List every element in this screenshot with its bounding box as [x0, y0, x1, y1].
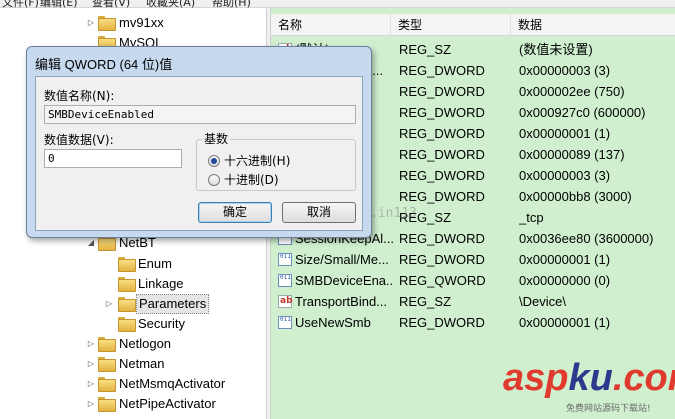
- expand-arrow-icon[interactable]: ▷: [86, 394, 96, 414]
- value-type-cell: REG_DWORD: [399, 189, 485, 204]
- folder-icon: [118, 277, 136, 292]
- menu-bar: 文件(F) 编辑(E) 查看(V) 收藏夹(A) 帮助(H): [0, 0, 675, 9]
- expand-arrow-icon[interactable]: ▷: [86, 354, 96, 374]
- value-type-cell: REG_DWORD: [399, 315, 485, 330]
- table-row[interactable]: 011110Size/Small/Me... REG_DWORD 0x0000000…: [271, 249, 675, 270]
- expand-arrow-icon[interactable]: ▷: [86, 13, 96, 33]
- folder-icon: [98, 397, 116, 412]
- column-header-data[interactable]: 数据: [511, 14, 675, 36]
- value-data-cell: (数值未设置): [519, 42, 593, 57]
- string-value-icon: ab: [278, 295, 293, 308]
- radio-unchecked-icon[interactable]: [208, 174, 220, 186]
- value-data-label: 数值数据(V):: [44, 133, 114, 147]
- value-data-cell: \Device\: [519, 294, 566, 309]
- value-type-cell: REG_QWORD: [399, 273, 486, 288]
- folder-icon: [98, 16, 116, 31]
- tree-item-label: Netlogon: [119, 336, 172, 351]
- column-header-name[interactable]: 名称: [271, 14, 391, 36]
- value-data-cell: 0x00000001 (1): [519, 315, 611, 330]
- value-type-cell: REG_DWORD: [399, 63, 485, 78]
- value-type-cell: REG_DWORD: [399, 105, 485, 120]
- value-type-cell: REG_DWORD: [399, 231, 485, 246]
- expand-arrow-icon[interactable]: ▷: [86, 334, 96, 354]
- value-type-cell: REG_SZ: [399, 294, 452, 309]
- ok-button[interactable]: 确定: [198, 202, 272, 223]
- value-name-cell: TransportBind...: [295, 294, 388, 309]
- binary-value-icon: 011110: [278, 253, 292, 266]
- folder-icon: [98, 377, 116, 392]
- value-data-cell: 0x00000001 (1): [519, 126, 611, 141]
- base-group-title: 基数: [202, 130, 231, 147]
- value-type-cell: REG_DWORD: [399, 168, 485, 183]
- value-data-cell: 0x000927c0 (600000): [519, 105, 646, 120]
- value-data-cell: 0x0036ee80 (3600000): [519, 231, 654, 246]
- dialog-title: 编辑 QWORD (64 位)值: [35, 57, 173, 72]
- dialog-body: 数值名称(N): SMBDeviceEnabled 数值数据(V): 0 基数 …: [35, 76, 363, 231]
- value-data-cell: 0x00000000 (0): [519, 273, 611, 288]
- value-type-cell: REG_DWORD: [399, 147, 485, 162]
- value-data-input[interactable]: 0: [44, 149, 182, 168]
- value-data-cell: 0x00000bb8 (3000): [519, 189, 632, 204]
- tree-item-label: Linkage: [138, 276, 184, 291]
- base-group: 基数 十六进制(H) 十进制(D): [196, 130, 356, 191]
- folder-icon: [118, 257, 136, 272]
- expand-arrow-icon[interactable]: ▷: [86, 374, 96, 394]
- radio-checked-icon[interactable]: [208, 155, 220, 167]
- value-type-cell: REG_SZ: [399, 42, 452, 57]
- value-data-cell: _tcp: [519, 210, 544, 225]
- value-name-cell: SMBDeviceEna...: [295, 273, 393, 288]
- value-data-cell: 0x00000003 (3): [519, 63, 611, 78]
- column-header-type[interactable]: 类型: [391, 14, 511, 36]
- folder-icon: [118, 297, 136, 312]
- value-data-cell: 0x00000089 (137): [519, 147, 625, 162]
- value-name-field: SMBDeviceEnabled: [44, 105, 356, 124]
- decimal-radio-option[interactable]: 十进制(D): [208, 172, 338, 188]
- tree-item-label: NetPipeActivator: [119, 396, 216, 411]
- value-name-cell: Size/Small/Me...: [295, 252, 389, 267]
- list-header: 名称 类型 数据: [271, 14, 675, 36]
- tree-item-label: Security: [138, 316, 185, 331]
- tree-item-label: NetMsmqActivator: [119, 376, 226, 391]
- cancel-button[interactable]: 取消: [282, 202, 356, 223]
- decimal-radio-label: 十进制(D): [224, 173, 279, 187]
- binary-value-icon: 011110: [278, 316, 292, 329]
- hex-radio-label: 十六进制(H): [224, 154, 291, 168]
- tree-item-label: Enum: [138, 256, 172, 271]
- value-type-cell: REG_DWORD: [399, 126, 485, 141]
- tree-item-label: mv91xx: [119, 15, 164, 30]
- table-row[interactable]: ab TransportBind... REG_SZ \Device\: [271, 291, 675, 312]
- value-type-cell: REG_DWORD: [399, 84, 485, 99]
- value-data-cell: 0x00000001 (1): [519, 252, 611, 267]
- folder-icon: [118, 317, 136, 332]
- folder-icon: [98, 357, 116, 372]
- value-data-cell: 0x00000003 (3): [519, 168, 611, 183]
- expand-arrow-icon[interactable]: ▷: [104, 294, 114, 314]
- folder-icon: [98, 337, 116, 352]
- aspku-tagline: 免费网站源码下载站!: [566, 404, 651, 414]
- table-row[interactable]: 011110SMBDeviceEna... REG_QWORD 0x00000000…: [271, 270, 675, 291]
- edit-qword-dialog: 编辑 QWORD (64 位)值 数值名称(N): SMBDeviceEnabl…: [26, 46, 372, 238]
- value-type-cell: REG_DWORD: [399, 252, 485, 267]
- tree-item-label: Parameters: [136, 294, 210, 314]
- tree-item-label: Netman: [119, 356, 165, 371]
- hex-radio-option[interactable]: 十六进制(H): [208, 153, 338, 169]
- value-name-label: 数值名称(N):: [44, 89, 115, 103]
- aspku-logo: aspku.com: [503, 357, 675, 399]
- table-row[interactable]: 011110UseNewSmb REG_DWORD 0x00000001 (1): [271, 312, 675, 333]
- value-name-cell: UseNewSmb: [295, 315, 371, 330]
- binary-value-icon: 011110: [278, 274, 292, 287]
- value-data-cell: 0x000002ee (750): [519, 84, 625, 99]
